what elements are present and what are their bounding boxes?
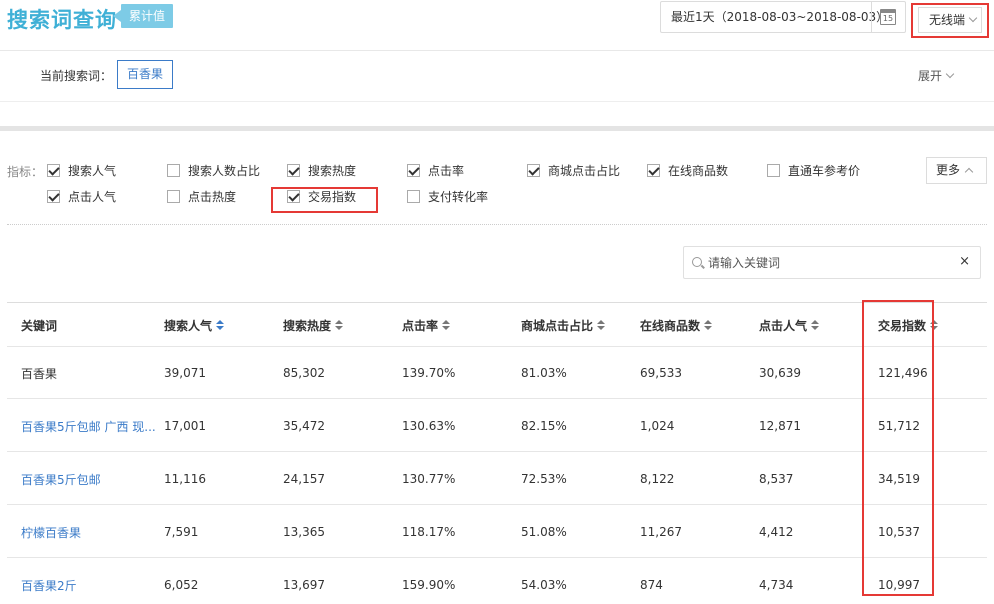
keyword-link[interactable]: 百香果5斤包邮 广西 现... bbox=[21, 418, 156, 435]
table-cell: 118.17% bbox=[402, 525, 456, 539]
checkbox[interactable] bbox=[47, 164, 60, 177]
device-highlight-frame bbox=[911, 3, 989, 38]
checkbox[interactable] bbox=[527, 164, 540, 177]
badge-pointer bbox=[113, 10, 121, 22]
column-header-search-heat[interactable]: 搜索热度 bbox=[283, 317, 344, 334]
row-divider bbox=[7, 451, 987, 452]
table-cell: 130.77% bbox=[402, 472, 456, 486]
checkbox[interactable] bbox=[407, 164, 420, 177]
table-cell: 6,052 bbox=[164, 578, 199, 592]
table-cell: 69,533 bbox=[640, 366, 682, 380]
badge-label: 累计值 bbox=[121, 4, 174, 28]
search-icon bbox=[692, 257, 702, 267]
section-separator bbox=[0, 126, 994, 131]
keyword-cell: 百香果 bbox=[21, 367, 58, 381]
table-cell: 11,267 bbox=[640, 525, 682, 539]
table-cell: 39,071 bbox=[164, 366, 206, 380]
sort-icon[interactable] bbox=[216, 320, 225, 332]
keyword-link[interactable]: 百香果2斤 bbox=[21, 577, 77, 594]
table-cell: 11,116 bbox=[164, 472, 206, 486]
table-cell: 130.63% bbox=[402, 419, 456, 433]
header-divider bbox=[0, 50, 994, 51]
table-cell: 139.70% bbox=[402, 366, 456, 380]
date-range-picker[interactable]: 最近1天（2018-08-03~2018-08-03） 15 bbox=[660, 1, 906, 33]
date-range-text: 最近1天（2018-08-03~2018-08-03） bbox=[671, 10, 889, 24]
sort-icon[interactable] bbox=[811, 320, 820, 332]
checkbox[interactable] bbox=[167, 190, 180, 203]
table-cell: 72.53% bbox=[521, 472, 567, 486]
table-cell: 17,001 bbox=[164, 419, 206, 433]
chevron-down-icon bbox=[945, 69, 955, 79]
keyword-link[interactable]: 柠檬百香果 bbox=[21, 524, 81, 541]
page-title: 搜索词查询 bbox=[7, 8, 117, 32]
column-header-search-popularity[interactable]: 搜索人气 bbox=[164, 317, 225, 334]
clear-icon[interactable]: × bbox=[959, 254, 970, 270]
table-cell: 54.03% bbox=[521, 578, 567, 592]
checkbox[interactable] bbox=[407, 190, 420, 203]
column-header-ctr[interactable]: 点击率 bbox=[402, 317, 451, 334]
table-cell: 4,734 bbox=[759, 578, 794, 592]
table-cell: 82.15% bbox=[521, 419, 567, 433]
table-cell: 4,412 bbox=[759, 525, 794, 539]
chevron-up-icon bbox=[964, 167, 974, 177]
calendar-icon[interactable]: 15 bbox=[880, 9, 896, 25]
row-divider bbox=[7, 504, 987, 505]
filter-divider bbox=[0, 101, 994, 102]
keyword-link[interactable]: 百香果5斤包邮 bbox=[21, 471, 101, 488]
sort-icon[interactable] bbox=[597, 320, 606, 332]
table-cell: 874 bbox=[640, 578, 663, 592]
date-divider bbox=[871, 2, 872, 32]
table-cell: 35,472 bbox=[283, 419, 325, 433]
indicators-label: 指标： bbox=[7, 165, 44, 179]
sort-icon[interactable] bbox=[335, 320, 344, 332]
table-cell: 13,365 bbox=[283, 525, 325, 539]
table-cell: 8,537 bbox=[759, 472, 794, 486]
table-cell: 13,697 bbox=[283, 578, 325, 592]
more-label: 更多 bbox=[936, 163, 961, 177]
column-header-keyword: 关键词 bbox=[21, 319, 58, 333]
trade-index-highlight-frame bbox=[271, 187, 378, 213]
current-keyword-tag[interactable]: 百香果 bbox=[117, 60, 173, 89]
column-header-online-items[interactable]: 在线商品数 bbox=[640, 317, 713, 334]
table-cell: 12,871 bbox=[759, 419, 801, 433]
table-cell: 85,302 bbox=[283, 366, 325, 380]
table-cell: 51.08% bbox=[521, 525, 567, 539]
row-divider bbox=[7, 398, 987, 399]
row-divider bbox=[7, 557, 987, 558]
expand-label: 展开 bbox=[918, 69, 943, 83]
table-cell: 24,157 bbox=[283, 472, 325, 486]
table-cell: 159.90% bbox=[402, 578, 456, 592]
table-cell: 81.03% bbox=[521, 366, 567, 380]
row-divider bbox=[7, 346, 987, 347]
expand-toggle[interactable]: 展开 bbox=[918, 67, 955, 84]
trade-index-column-highlight bbox=[862, 300, 934, 596]
column-header-mall-click-share[interactable]: 商城点击占比 bbox=[521, 317, 606, 334]
checkbox[interactable] bbox=[647, 164, 660, 177]
checkbox[interactable] bbox=[47, 190, 60, 203]
indicators-divider bbox=[7, 224, 987, 225]
table-cell: 7,591 bbox=[164, 525, 199, 539]
column-header-click-popularity[interactable]: 点击人气 bbox=[759, 317, 820, 334]
table-cell: 8,122 bbox=[640, 472, 675, 486]
keyword-search-box[interactable]: × bbox=[683, 246, 981, 279]
sort-icon[interactable] bbox=[442, 320, 451, 332]
checkbox[interactable] bbox=[167, 164, 180, 177]
keyword-search-input[interactable] bbox=[708, 252, 948, 274]
current-keyword-label: 当前搜索词： bbox=[40, 69, 113, 83]
table-top-border bbox=[7, 302, 987, 303]
checkbox[interactable] bbox=[287, 164, 300, 177]
table-cell: 30,639 bbox=[759, 366, 801, 380]
table-cell: 1,024 bbox=[640, 419, 675, 433]
sort-icon[interactable] bbox=[704, 320, 713, 332]
checkbox[interactable] bbox=[767, 164, 780, 177]
more-indicators-button[interactable]: 更多 bbox=[926, 157, 987, 184]
